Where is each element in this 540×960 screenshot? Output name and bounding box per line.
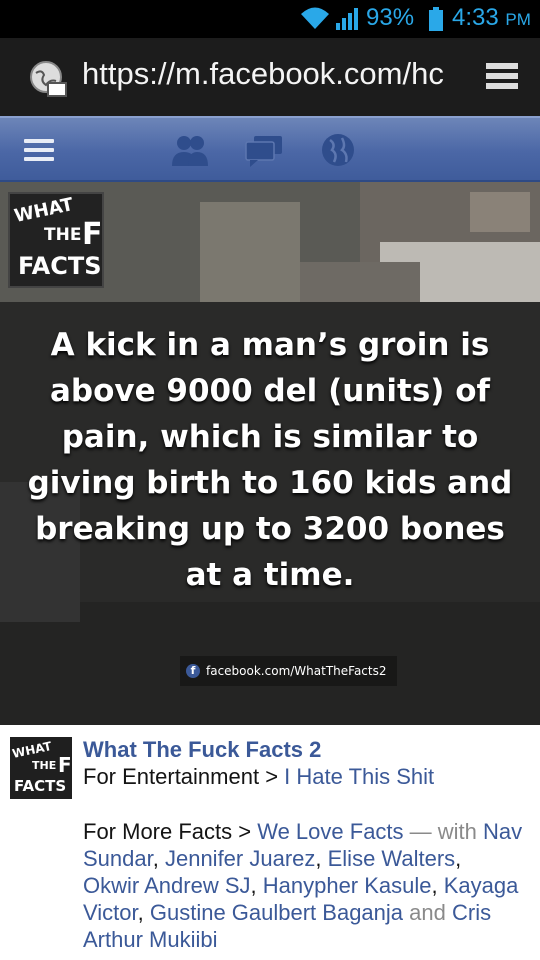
category-prefix: For Entertainment > — [83, 764, 285, 789]
tagged-person[interactable]: Elise Walters — [328, 846, 456, 871]
globe-icon[interactable] — [320, 132, 356, 168]
with-text: — with — [403, 819, 477, 844]
clock: 4:33 PM — [452, 4, 531, 32]
what-the-facts-logo: WHAT THE F FACTS — [8, 192, 104, 288]
avatar-logo-line-4: FACTS — [14, 777, 67, 795]
clock-ampm: PM — [505, 10, 531, 29]
more-prefix: For More Facts > — [83, 819, 258, 844]
page-avatar[interactable]: WHAT THE F FACTS — [10, 737, 72, 799]
avatar-logo-line-2: THE — [32, 759, 57, 772]
post-photo[interactable]: WHAT THE F FACTS A kick in a man’s groin… — [0, 182, 540, 725]
logo-line-2: THE — [44, 225, 82, 245]
avatar-logo-line-1: WHAT — [10, 739, 53, 761]
menu-icon[interactable] — [24, 138, 54, 162]
browser-address-bar: https://m.facebook.com/hc — [0, 38, 540, 116]
category-line: For Entertainment > I Hate This Shit — [83, 764, 434, 790]
clock-time: 4:33 — [452, 4, 499, 31]
post-info: WHAT THE F FACTS What The Fuck Facts 2 F… — [0, 725, 540, 960]
logo-line-4: FACTS — [18, 252, 102, 280]
tagged-person[interactable]: Hanypher Kasule — [263, 873, 432, 898]
friends-icon[interactable] — [170, 134, 210, 168]
battery-icon — [429, 7, 443, 31]
avatar-logo-line-3: F — [58, 753, 72, 777]
logo-line-1: WHAT — [12, 194, 76, 227]
and-text: and — [409, 900, 446, 925]
wifi-icon — [301, 7, 329, 29]
battery-percent: 93% — [366, 4, 415, 31]
site-icon[interactable] — [28, 59, 68, 99]
facebook-link-text: facebook.com/WhatTheFacts2 — [206, 664, 387, 678]
fact-text: A kick in a man’s groin is above 9000 de… — [27, 327, 513, 593]
facebook-page-link-overlay: f facebook.com/WhatTheFacts2 — [180, 656, 397, 686]
facebook-icon: f — [186, 664, 200, 678]
url-field[interactable]: https://m.facebook.com/hc — [82, 56, 458, 92]
status-bar: 93% 4:33 PM — [0, 0, 540, 38]
category-link[interactable]: I Hate This Shit — [284, 764, 434, 789]
tagged-person[interactable]: Jennifer Juarez — [165, 846, 315, 871]
messages-icon[interactable] — [244, 134, 284, 168]
facebook-nav-bar — [0, 116, 540, 182]
logo-line-3: F — [82, 217, 103, 252]
more-link[interactable]: We Love Facts — [257, 819, 403, 844]
tabs-icon[interactable] — [484, 61, 520, 91]
signal-icon — [336, 8, 358, 30]
page-name-link[interactable]: What The Fuck Facts 2 — [83, 737, 321, 763]
tagged-person[interactable]: Okwir Andrew SJ — [83, 873, 251, 898]
tagged-person[interactable]: Gustine Gaulbert Baganja — [150, 900, 403, 925]
post-caption: For More Facts > We Love Facts — with Na… — [83, 819, 523, 952]
